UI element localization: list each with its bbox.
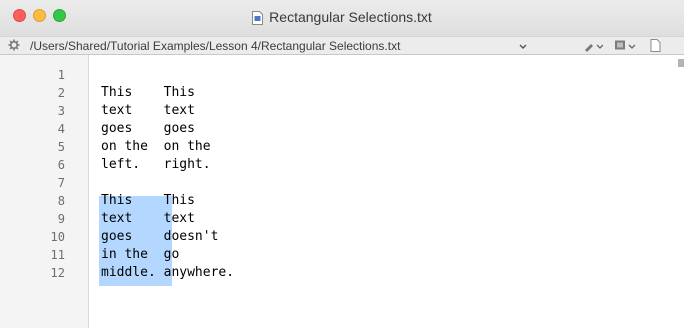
page-icon[interactable]: [650, 39, 661, 52]
line-text[interactable]: in the go: [101, 246, 179, 264]
line-number: 8: [57, 194, 65, 208]
text-line[interactable]: 5 on the on the: [0, 138, 640, 156]
window-title: Rectangular Selections.txt: [269, 9, 432, 25]
line-text[interactable]: This This: [101, 192, 195, 210]
document-icon: [252, 10, 264, 25]
window-title-group: Rectangular Selections.txt: [0, 8, 684, 26]
line-text[interactable]: goes goes: [101, 120, 195, 138]
line-text[interactable]: text text: [101, 102, 195, 120]
text-line[interactable]: 4 goes goes: [0, 120, 640, 138]
line-text[interactable]: This This: [101, 84, 195, 102]
pen-icon[interactable]: [583, 39, 603, 52]
gear-icon[interactable]: [8, 39, 20, 51]
scrollbar-indicator[interactable]: [678, 59, 684, 67]
line-number: 10: [50, 230, 65, 244]
line-text[interactable]: goes doesn't: [101, 228, 218, 246]
text-editor[interactable]: 1 2 This This 3 text text 4 goes goes 5 on the o…: [0, 55, 684, 328]
line-number: 1: [57, 68, 65, 82]
line-number: 11: [50, 248, 65, 262]
text-line[interactable]: 11 in the go: [0, 246, 640, 264]
title-bar[interactable]: Rectangular Selections.txt: [0, 0, 684, 36]
line-text[interactable]: middle. anywhere.: [101, 264, 234, 282]
line-number: 6: [57, 158, 65, 172]
text-line[interactable]: 3 text text: [0, 102, 640, 120]
line-number: 3: [57, 104, 65, 118]
text-line[interactable]: 6 left. right.: [0, 156, 640, 174]
sidebar-icon[interactable]: [614, 39, 636, 52]
chevron-down-icon[interactable]: [519, 42, 527, 50]
line-number: 4: [57, 122, 65, 136]
line-number: 2: [57, 86, 65, 100]
line-number: 5: [57, 140, 65, 154]
line-number: 7: [57, 176, 65, 190]
line-text[interactable]: text text: [101, 210, 195, 228]
editor-window: Rectangular Selections.txt /Users/Shared…: [0, 0, 684, 328]
line-number: 9: [57, 212, 65, 226]
text-line[interactable]: 2 This This: [0, 84, 640, 102]
text-line[interactable]: 9 text text: [0, 210, 640, 228]
text-line[interactable]: 10 goes doesn't: [0, 228, 640, 246]
line-text[interactable]: on the on the: [101, 138, 211, 156]
line-text[interactable]: left. right.: [101, 156, 211, 174]
path-bar: /Users/Shared/Tutorial Examples/Lesson 4…: [0, 36, 684, 55]
file-path[interactable]: /Users/Shared/Tutorial Examples/Lesson 4…: [30, 39, 400, 53]
line-number: 12: [50, 266, 65, 280]
text-line[interactable]: 8 This This: [0, 192, 640, 210]
text-line[interactable]: 12 middle. anywhere.: [0, 264, 640, 282]
text-line[interactable]: 7: [0, 174, 640, 192]
text-line[interactable]: 1: [0, 66, 640, 84]
